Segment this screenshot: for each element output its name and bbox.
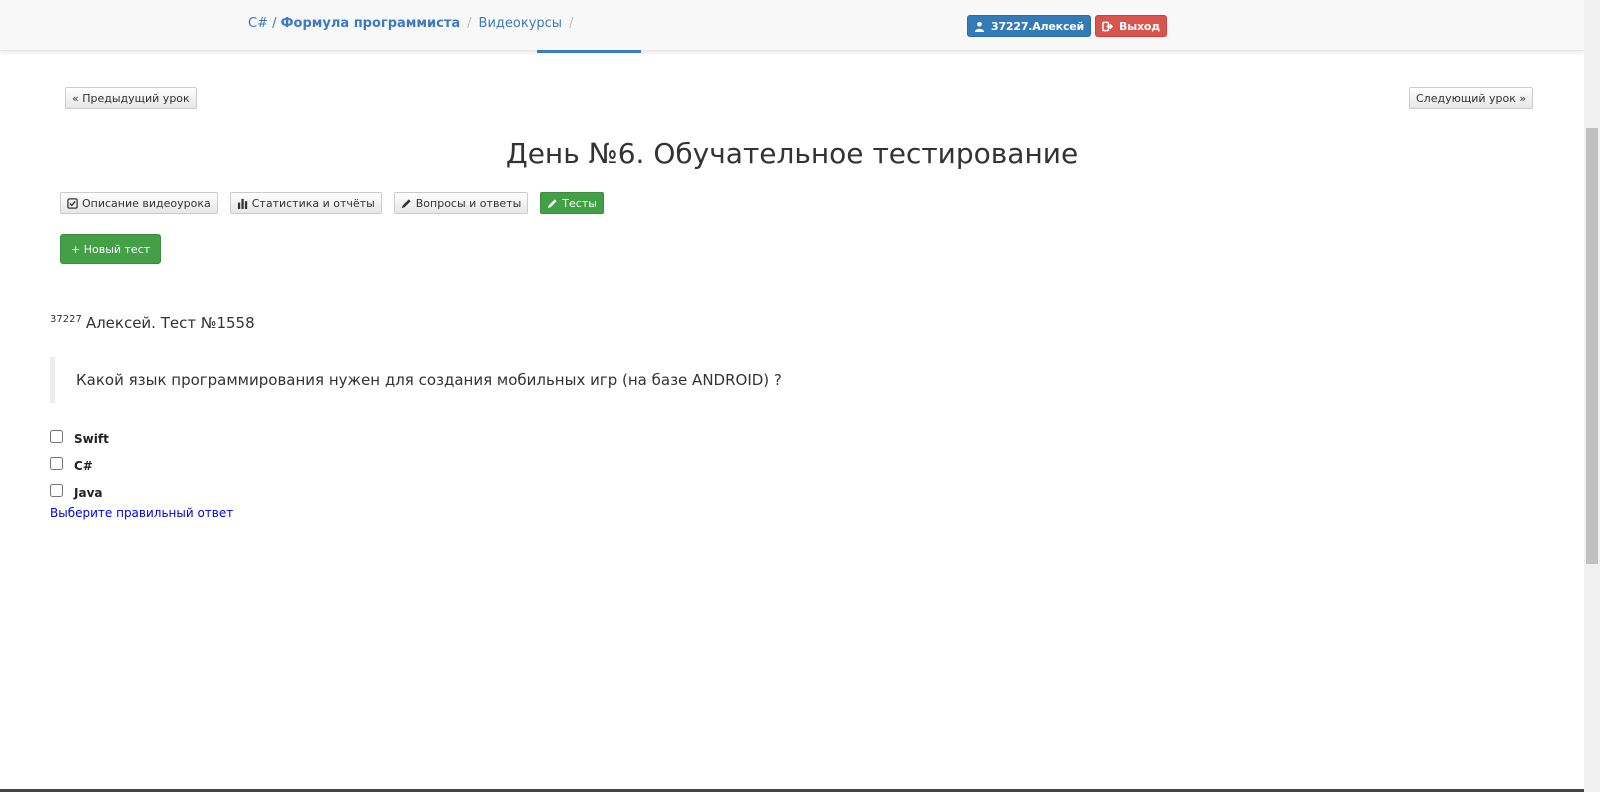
active-nav-indicator — [537, 50, 641, 53]
logout-icon — [1102, 21, 1114, 31]
logout-label: Выход — [1119, 19, 1160, 33]
user-icon — [974, 21, 985, 32]
breadcrumb-course-link[interactable]: C# / Формула программиста — [248, 16, 460, 31]
answer-list: Swift C# Java — [50, 425, 109, 506]
top-navbar: C# / Формула программиста / Видеокурсы / 37… — [0, 0, 1584, 51]
answer-label[interactable]: Swift — [74, 432, 109, 446]
question-text: Какой язык программирования нужен для со… — [50, 357, 1050, 403]
breadcrumb-course-name: Формула программиста — [280, 16, 461, 31]
test-title: Алексей. Тест №1558 — [85, 314, 255, 332]
check-square-icon — [67, 197, 78, 209]
answer-checkbox[interactable] — [50, 457, 63, 470]
tab-label: Описание видеоурока — [82, 196, 211, 210]
next-lesson-button[interactable]: Следующий урок » — [1409, 87, 1534, 109]
tab-label: Тесты — [562, 196, 597, 210]
new-test-button[interactable]: + Новый тест — [60, 234, 162, 264]
answer-option: Swift — [50, 425, 109, 452]
answer-option: C# — [50, 452, 109, 479]
logout-button[interactable]: Выход — [1095, 15, 1167, 37]
vertical-scrollbar[interactable] — [1584, 0, 1600, 792]
previous-lesson-button[interactable]: « Предыдущий урок — [65, 87, 197, 109]
lesson-tabs: Описание видеоурока Статистика и отчёты … — [60, 192, 604, 214]
tab-statistics[interactable]: Статистика и отчёты — [229, 192, 382, 214]
answer-label[interactable]: C# — [74, 459, 93, 473]
breadcrumb-separator: / — [569, 16, 574, 31]
tab-video-description[interactable]: Описание видеоурока — [60, 192, 218, 214]
pencil-icon — [548, 198, 557, 208]
answer-hint: Выберите правильный ответ — [50, 506, 234, 520]
page-title: День №6. Обучательное тестирование — [505, 137, 1079, 170]
breadcrumb-section-link[interactable]: Видеокурсы — [479, 16, 563, 31]
user-profile-button[interactable]: 37227.Алексей — [967, 15, 1092, 37]
test-header: 37227 Алексей. Тест №1558 — [50, 314, 255, 332]
breadcrumb-separator: / — [467, 16, 472, 31]
test-user-id: 37227 — [50, 314, 82, 325]
answer-option: Java — [50, 479, 109, 506]
answer-checkbox[interactable] — [50, 430, 63, 443]
pencil-icon — [401, 198, 411, 208]
tab-tests[interactable]: Тесты — [540, 192, 604, 214]
answer-label[interactable]: Java — [74, 486, 102, 500]
tab-label: Статистика и отчёты — [251, 196, 375, 210]
tab-label: Вопросы и ответы — [415, 196, 522, 210]
breadcrumb-course-prefix: C# — [248, 16, 268, 31]
tab-questions-answers[interactable]: Вопросы и ответы — [393, 192, 529, 214]
answer-checkbox[interactable] — [50, 484, 63, 497]
user-actions: 37227.Алексей Выход — [967, 15, 1167, 37]
scrollbar-thumb[interactable] — [1586, 128, 1598, 564]
bar-chart-icon — [237, 198, 247, 209]
user-profile-label: 37227.Алексей — [991, 19, 1085, 33]
breadcrumb: C# / Формула программиста / Видеокурсы / — [248, 16, 580, 31]
